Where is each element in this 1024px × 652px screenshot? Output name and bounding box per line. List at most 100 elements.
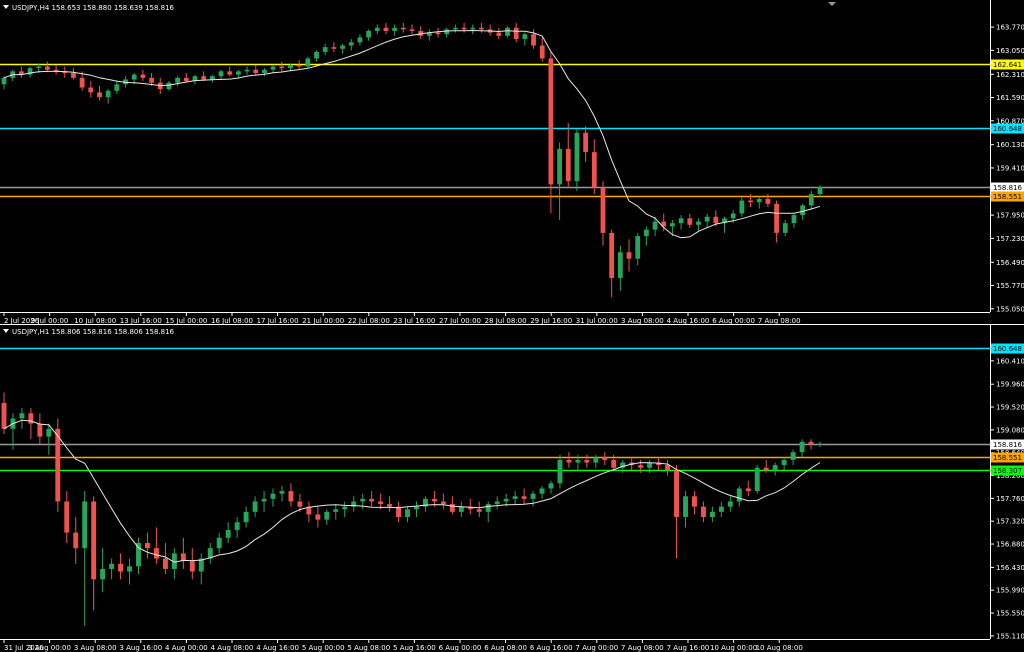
x-tick-label: 4 Aug 00:00 xyxy=(165,644,208,652)
x-tick-label: 6 Aug 00:00 xyxy=(712,317,755,324)
candle-body xyxy=(617,252,623,279)
x-tick-label: 4 Aug 16:00 xyxy=(256,644,299,652)
candle-body xyxy=(414,506,419,510)
candle-body xyxy=(602,457,608,460)
y-tick-label: 159.520 xyxy=(996,404,1024,412)
candle-body xyxy=(261,498,267,502)
candle-body xyxy=(1,77,7,85)
candle-body xyxy=(458,506,464,512)
candle-body xyxy=(175,77,181,83)
x-tick-label: 13 Jul 16:00 xyxy=(120,317,162,324)
panel-background xyxy=(0,324,1024,652)
candle-body xyxy=(652,221,658,230)
candle-body xyxy=(73,532,79,549)
candle-body xyxy=(635,236,641,259)
x-tick-label: 27 Jul 00:00 xyxy=(439,317,481,324)
y-tick-label: 163.050 xyxy=(996,47,1024,55)
candle-body xyxy=(453,27,458,30)
candle-body xyxy=(496,32,502,36)
candle-body xyxy=(713,216,719,224)
candle-body xyxy=(183,77,189,82)
candle-body xyxy=(149,77,154,83)
y-tick-label: 155.770 xyxy=(996,282,1024,290)
candle-body xyxy=(109,563,115,569)
candle-body xyxy=(297,501,303,507)
candle-body xyxy=(1,402,7,429)
candle-body xyxy=(799,441,805,453)
candle-body xyxy=(279,66,285,69)
candle-body xyxy=(227,71,233,75)
candle-body xyxy=(626,252,632,259)
candle-body xyxy=(166,82,172,90)
candle-body xyxy=(574,132,580,182)
x-tick-label: 5 Aug 16:00 xyxy=(393,644,436,652)
candle-body xyxy=(575,459,581,463)
candle-body xyxy=(46,428,52,437)
candle-body xyxy=(431,498,437,502)
x-tick-label: 10 Jul 08:00 xyxy=(74,317,116,324)
chart-window: USDJPY,H4 158.653 158.880 158.639 158.81… xyxy=(0,0,1024,652)
level-price-label: 158.551 xyxy=(993,454,1022,462)
y-tick-label: 157.230 xyxy=(996,235,1024,243)
candle-body xyxy=(461,27,467,30)
x-tick-label: 29 Jul 16:00 xyxy=(530,317,572,324)
candle-body xyxy=(360,498,366,502)
x-tick-label: 21 Jul 00:00 xyxy=(302,317,344,324)
candle-body xyxy=(748,200,753,203)
x-tick-label: 17 Jul 16:00 xyxy=(257,317,299,324)
candle-body xyxy=(225,530,231,538)
candle-body xyxy=(739,200,745,214)
candle-body xyxy=(136,542,141,567)
candle-body xyxy=(522,34,528,40)
x-tick-label: 3 Aug 08:00 xyxy=(74,644,117,652)
candle-body xyxy=(36,66,42,69)
y-tick-label: 163.770 xyxy=(996,24,1024,32)
candle-body xyxy=(153,548,159,559)
y-tick-label: 157.760 xyxy=(996,495,1024,503)
candle-body xyxy=(366,30,371,38)
y-tick-label: 157.950 xyxy=(996,212,1024,220)
x-tick-label: 22 Jul 08:00 xyxy=(348,317,390,324)
candle-body xyxy=(333,509,339,512)
candle-body xyxy=(670,223,675,227)
candle-body xyxy=(513,27,519,40)
candle-body xyxy=(387,504,393,507)
candle-body xyxy=(817,443,823,445)
candle-body xyxy=(114,84,120,91)
candle-body xyxy=(243,511,249,523)
y-tick-label: 160.130 xyxy=(996,141,1024,149)
y-tick-label: 159.080 xyxy=(996,426,1024,434)
candle-body xyxy=(252,501,258,512)
candle-body xyxy=(449,504,455,512)
candle-body xyxy=(591,152,597,188)
level-price-label: 158.307 xyxy=(993,467,1022,475)
candle-body xyxy=(216,537,222,549)
candle-body xyxy=(97,92,102,98)
level-price-label: 158.816 xyxy=(993,441,1022,449)
x-tick-label: 7 Aug 00:00 xyxy=(575,644,618,652)
candle-body xyxy=(234,522,240,531)
candle-body xyxy=(209,76,215,80)
x-tick-label: 3 Aug 08:00 xyxy=(621,317,664,324)
x-tick-label: 31 Jul 00:00 xyxy=(576,317,618,324)
x-tick-label: 3 Aug 16:00 xyxy=(119,644,162,652)
candle-body xyxy=(45,66,50,70)
candle-body xyxy=(565,148,571,182)
y-tick-label: 162.310 xyxy=(996,71,1024,79)
candle-body xyxy=(736,488,742,502)
candle-body xyxy=(145,542,150,549)
candle-body xyxy=(279,491,285,494)
candle-body xyxy=(704,216,710,222)
candle-body xyxy=(665,465,671,471)
h1-chart-panel[interactable]: USDJPY,H1 158.806 158.816 158.806 158.81… xyxy=(0,324,1024,652)
h4-chart-panel[interactable]: USDJPY,H4 158.653 158.880 158.639 158.81… xyxy=(0,0,1024,324)
candle-body xyxy=(79,77,85,88)
candle-body xyxy=(270,493,276,499)
level-price-label: 158.551 xyxy=(993,193,1022,201)
candle-body xyxy=(674,470,679,518)
candle-body xyxy=(485,504,491,512)
candle-body xyxy=(131,74,137,80)
candle-body xyxy=(765,198,771,204)
y-tick-label: 161.590 xyxy=(996,94,1024,102)
candle-body xyxy=(800,205,806,216)
